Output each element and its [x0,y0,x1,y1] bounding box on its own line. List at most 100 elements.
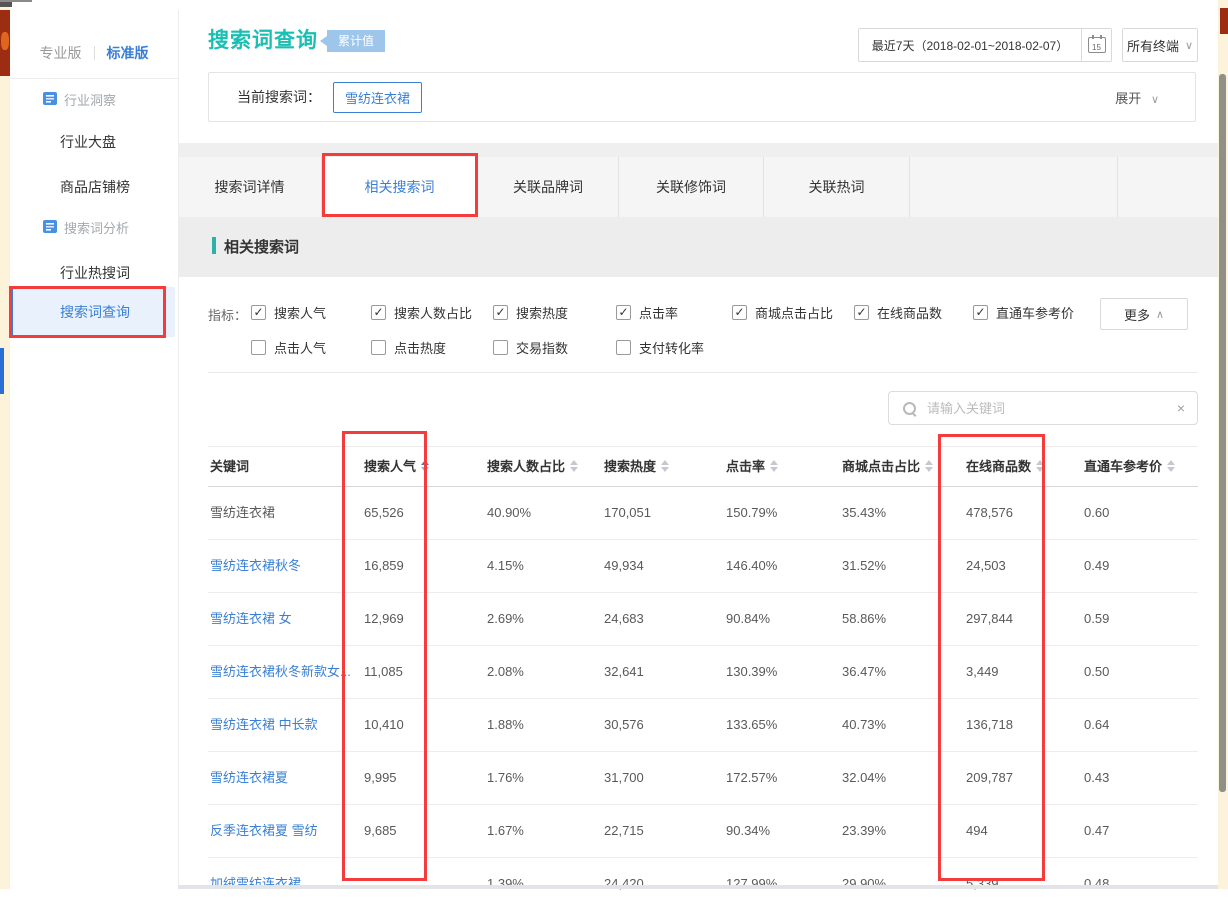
annotation-box-search-popularity-column [342,431,427,881]
sidebar-group-search-analysis: 搜索词分析 [43,218,129,237]
value-cell: 172.57% [718,752,836,804]
left-page-edge [0,0,10,889]
keyword-link[interactable]: 雪纺连衣裙夏 [208,752,350,804]
folder-chart-icon [43,220,57,236]
tab-search-word-detail[interactable]: 搜索词详情 [178,157,322,217]
keyword-link[interactable]: 雪纺连衣裙秋冬 [208,540,350,592]
sidebar-separator [10,78,178,79]
page-title: 搜索词查询 [208,24,318,54]
tab-related-brand-words[interactable]: 关联品牌词 [478,157,619,217]
value-cell: 150.79% [718,487,836,539]
checkbox-checked-icon [732,305,747,320]
more-label: 更多 [1124,305,1150,324]
clear-icon[interactable]: × [1177,400,1185,416]
chevron-down-icon: ∨ [1185,39,1193,52]
metric-checkbox-click-heat[interactable]: 点击热度 [371,338,446,357]
keyword-link[interactable]: 雪纺连衣裙 女 [208,593,350,645]
metric-checkbox-click-popularity[interactable]: 点击人气 [251,338,326,357]
metric-checkbox-payment-conversion[interactable]: 支付转化率 [616,338,704,357]
keyword-link[interactable]: 反季连衣裙夏 雪纺 [208,805,350,857]
badge-arrow-icon [320,36,327,46]
checkbox-checked-icon [973,305,988,320]
current-search-term-chip[interactable]: 雪纺连衣裙 [333,82,422,113]
value-cell: 1.67% [474,805,596,857]
value-cell: 2.69% [474,593,596,645]
value-cell: 0.59 [1082,593,1198,645]
cumulative-badge: 累计值 [320,30,385,52]
column-header-searcher-ratio[interactable]: 搜索人数占比 [474,447,596,486]
calendar-button[interactable]: 15 [1082,37,1111,53]
value-cell: 32,641 [596,646,718,698]
sidebar-item-industry-market[interactable]: 行业大盘 [60,132,116,152]
checkbox-unchecked-icon [371,340,386,355]
column-header-ztc-reference-price[interactable]: 直通车参考价 [1082,447,1198,486]
value-cell: 1.76% [474,752,596,804]
badge-label: 累计值 [327,30,385,52]
sidebar-group-label: 搜索词分析 [64,218,129,237]
value-cell: 0.47 [1082,805,1198,857]
sidebar-item-product-shop-rank[interactable]: 商品店铺榜 [60,177,130,197]
checkbox-checked-icon [371,305,386,320]
annotation-box-sidebar-item [9,286,166,338]
value-cell: 0.43 [1082,752,1198,804]
version-divider [94,46,95,60]
metric-checkbox-search-popularity[interactable]: 搜索人气 [251,303,326,322]
tab-pro-version[interactable]: 专业版 [40,43,82,63]
terminal-select[interactable]: 所有终端 ∨ [1122,28,1198,62]
checkbox-checked-icon [251,305,266,320]
metric-checkbox-click-rate[interactable]: 点击率 [616,303,678,322]
calendar-icon: 15 [1088,37,1106,53]
metric-checkbox-searcher-ratio[interactable]: 搜索人数占比 [371,303,472,322]
keyword-search-box: × [888,391,1198,425]
checkbox-unchecked-icon [616,340,631,355]
metric-checkbox-mall-click-ratio[interactable]: 商城点击占比 [732,303,833,322]
divider [208,372,1198,373]
keyword-link[interactable]: 雪纺连衣裙 中长款 [208,699,350,751]
metric-checkbox-ztc-reference-price[interactable]: 直通车参考价 [973,303,1074,322]
sidebar-group-industry-insight: 行业洞察 [43,90,116,109]
value-cell: 0.49 [1082,540,1198,592]
date-range-picker[interactable]: 最近7天（2018-02-01~2018-02-07） 15 [858,28,1112,62]
sort-icon[interactable] [770,460,778,472]
left-banner-fragment [0,10,10,76]
tab-related-modifier-words[interactable]: 关联修饰词 [619,157,764,217]
chevron-up-icon: ∧ [1156,308,1164,321]
metric-checkbox-trade-index[interactable]: 交易指数 [493,338,568,357]
current-search-box: 当前搜索词： 雪纺连衣裙 展开 ∨ [208,72,1196,122]
checkbox-checked-icon [854,305,869,320]
metric-checkbox-online-products[interactable]: 在线商品数 [854,303,942,322]
annotation-box-active-tab [322,153,478,217]
column-header-search-heat[interactable]: 搜索热度 [596,447,718,486]
sidebar-group-label: 行业洞察 [64,90,116,109]
sort-icon[interactable] [1167,460,1175,472]
tab-standard-version[interactable]: 标准版 [107,43,149,63]
value-cell: 4.15% [474,540,596,592]
folder-chart-icon [43,92,57,108]
keyword-link[interactable]: 雪纺连衣裙秋冬新款女... [208,646,350,698]
value-cell: 30,576 [596,699,718,751]
expand-toggle[interactable]: 展开 ∨ [1115,88,1159,107]
page-scrollbar[interactable] [1219,74,1226,792]
metric-checkbox-search-heat[interactable]: 搜索热度 [493,303,568,322]
version-switcher: 专业版 标准版 [10,40,178,66]
sort-icon[interactable] [925,460,933,472]
keyword-cell: 雪纺连衣裙 [208,487,350,539]
keyword-search-input[interactable] [925,400,1177,417]
sidebar: 专业版 标准版 行业洞察 行业大盘 商品店铺榜 搜索词分析 行业热搜词 搜索词查… [10,10,179,889]
value-cell: 0.60 [1082,487,1198,539]
expand-label: 展开 [1115,91,1141,106]
value-cell: 146.40% [718,540,836,592]
chevron-down-icon: ∨ [1151,94,1159,106]
current-search-label: 当前搜索词： [237,87,321,107]
sort-icon[interactable] [570,460,578,472]
tab-related-hot-words[interactable]: 关联热词 [764,157,910,217]
value-cell: 130.39% [718,646,836,698]
date-range-value: 最近7天（2018-02-01~2018-02-07） [859,37,1081,54]
value-cell: 22,715 [596,805,718,857]
column-header-click-rate[interactable]: 点击率 [718,447,836,486]
value-cell: 40.90% [474,487,596,539]
more-button[interactable]: 更多 ∧ [1100,298,1188,330]
sidebar-item-industry-hot-words[interactable]: 行业热搜词 [60,263,130,283]
sort-icon[interactable] [661,460,669,472]
checkbox-unchecked-icon [493,340,508,355]
